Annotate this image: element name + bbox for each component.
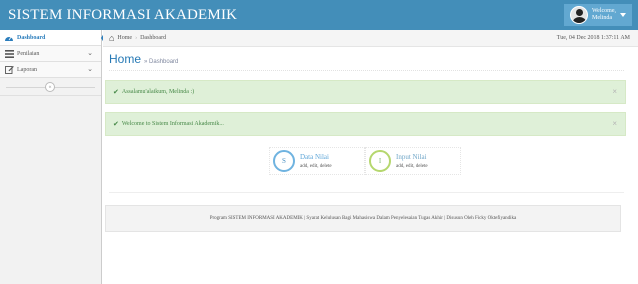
breadcrumb-current: Dashboard bbox=[140, 35, 167, 41]
infobox-subtitle: add, edit, delete bbox=[396, 164, 428, 169]
user-menu[interactable]: Welcome, Melinda bbox=[563, 4, 632, 26]
page-title-text: Home bbox=[109, 52, 142, 66]
sidebar: Dashboard Penilaian ⌄ Laporan ⌄ « bbox=[0, 30, 106, 284]
sidebar-item-dashboard[interactable]: Dashboard bbox=[0, 30, 106, 46]
letter-s-icon: S bbox=[273, 150, 295, 172]
sidebar-item-label: Laporan bbox=[17, 66, 37, 73]
close-icon[interactable]: × bbox=[612, 87, 617, 96]
dashboard-icon bbox=[4, 33, 14, 43]
welcome-greeting: Welcome, bbox=[591, 8, 616, 14]
infobox-title[interactable]: Input Nilai bbox=[396, 153, 427, 161]
breadcrumb-home[interactable]: Home bbox=[117, 35, 132, 41]
current-datetime: Tue, 04 Dec 2018 1:37:11 AM bbox=[556, 35, 630, 41]
check-icon: ✔ bbox=[113, 88, 119, 96]
chevron-down-icon[interactable]: ⌄ bbox=[87, 49, 93, 57]
page-title: Home» Dashboard bbox=[109, 52, 178, 66]
infobox-input-nilai[interactable]: I Input Nilai add, edit, delete bbox=[365, 147, 461, 175]
alert-greeting: ✔ Assalamu'alaikum, Melinda :) × bbox=[105, 80, 626, 104]
user-avatar bbox=[569, 6, 588, 24]
list-icon bbox=[4, 49, 14, 59]
check-icon: ✔ bbox=[113, 120, 119, 128]
alert-text: Assalamu'alaikum, Melinda :) bbox=[121, 89, 195, 95]
double-angle-left-icon[interactable]: « bbox=[45, 82, 55, 92]
page-subtitle: » Dashboard bbox=[144, 59, 179, 65]
welcome-username: Melinda bbox=[591, 15, 612, 21]
edit-icon bbox=[4, 65, 14, 75]
breadcrumb: ⌂ Home › Dashboard Tue, 04 Dec 2018 1:37… bbox=[103, 30, 638, 47]
infobox-title[interactable]: Data Nilai bbox=[300, 153, 329, 161]
alert-text: Welcome to Sistem Informasi Akademik... bbox=[121, 121, 224, 127]
chevron-down-icon[interactable]: ⌄ bbox=[87, 65, 93, 73]
sidebar-item-label: Dashboard bbox=[17, 34, 46, 41]
letter-i-icon: I bbox=[369, 150, 391, 172]
infobox-data-nilai[interactable]: S Data Nilai add, edit, delete bbox=[269, 147, 365, 175]
caret-down-icon bbox=[620, 13, 626, 17]
footer-text: Program SISTEM INFORMASI AKADEMIK | Syar… bbox=[209, 216, 517, 221]
sidebar-item-laporan[interactable]: Laporan ⌄ bbox=[0, 62, 101, 78]
sidebar-item-label: Penilaian bbox=[17, 50, 40, 57]
home-icon: ⌂ bbox=[109, 33, 115, 43]
footer: Program SISTEM INFORMASI AKADEMIK | Syar… bbox=[105, 205, 621, 232]
top-navbar: SISTEM INFORMASI AKADEMIK Welcome, Melin… bbox=[0, 0, 638, 30]
breadcrumb-separator: › bbox=[135, 35, 138, 41]
user-welcome: Welcome, Melinda bbox=[592, 8, 616, 22]
alert-welcome: ✔ Welcome to Sistem Informasi Akademik..… bbox=[105, 112, 626, 136]
brand-title[interactable]: SISTEM INFORMASI AKADEMIK bbox=[8, 7, 237, 24]
sidebar-item-penilaian[interactable]: Penilaian ⌄ bbox=[0, 46, 101, 62]
infobox-subtitle: add, edit, delete bbox=[300, 164, 332, 169]
sidebar-collapse-row: « bbox=[0, 78, 101, 96]
title-divider bbox=[109, 70, 624, 71]
footer-divider bbox=[109, 192, 624, 193]
close-icon[interactable]: × bbox=[612, 119, 617, 128]
